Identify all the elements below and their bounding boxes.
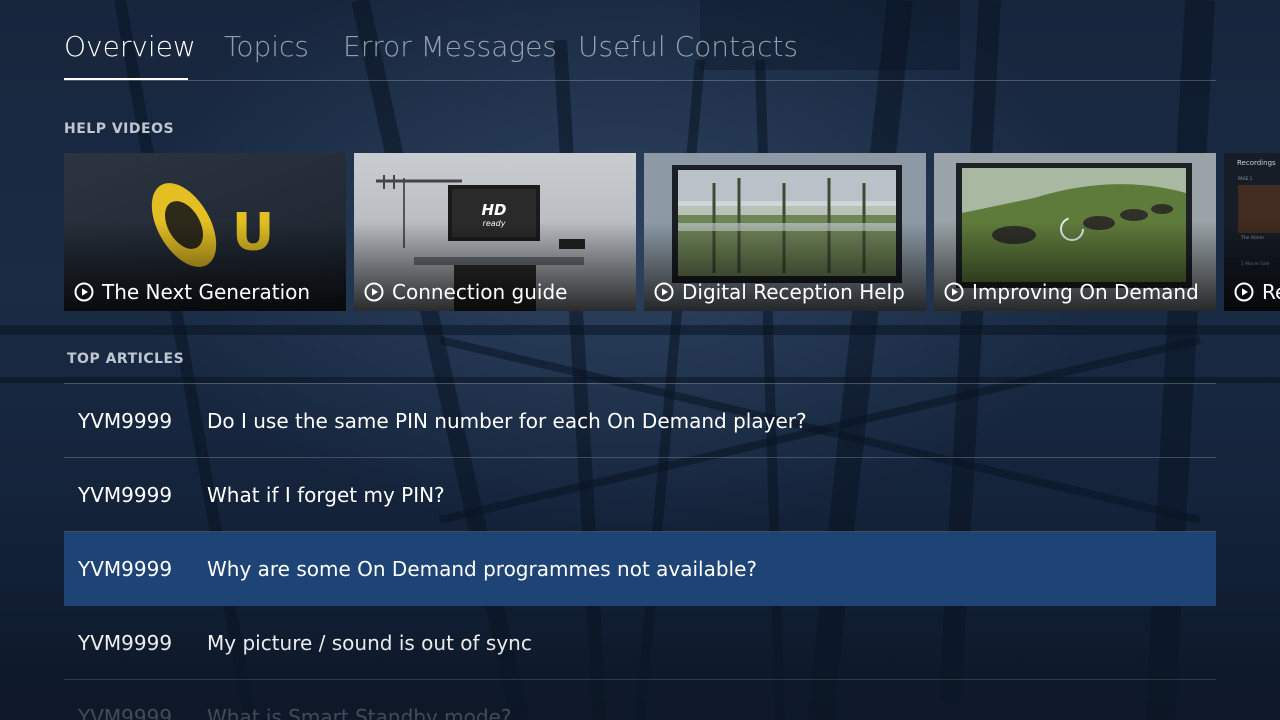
play-circle-icon: [944, 282, 964, 302]
video-title-row: Improving On Demand: [944, 280, 1199, 304]
article-title: What if I forget my PIN?: [207, 482, 445, 507]
active-tab-indicator: [64, 78, 188, 80]
article-title: What is Smart Standby mode?: [207, 704, 512, 720]
video-card-connection-guide[interactable]: HD ready Connection guide: [354, 153, 636, 311]
article-row[interactable]: YVM9999 My picture / sound is out of syn…: [64, 606, 1216, 680]
play-circle-icon: [654, 282, 674, 302]
play-circle-icon: [364, 282, 384, 302]
play-circle-icon: [74, 282, 94, 302]
tab-topics[interactable]: Topics: [224, 30, 309, 63]
play-circle-icon: [1234, 282, 1254, 302]
video-card-recordings[interactable]: Recordings PAGE 1 The Alarm 1 Movie Sale…: [1224, 153, 1280, 311]
article-title: My picture / sound is out of sync: [207, 630, 532, 655]
article-code: YVM9999: [78, 556, 173, 581]
tab-useful-contacts[interactable]: Useful Contacts: [578, 30, 798, 63]
recordings-header-text: Recordings: [1237, 159, 1276, 167]
tab-bar: Overview Topics Error Messages Useful Co…: [64, 28, 1216, 81]
article-code: YVM9999: [78, 630, 173, 655]
article-row[interactable]: YVM9999 What is Smart Standby mode?: [64, 680, 1216, 720]
video-title: Connection guide: [392, 280, 568, 304]
video-title: Improving On Demand: [972, 280, 1199, 304]
recordings-page-text: PAGE 1: [1238, 176, 1253, 181]
hd-logo-text: HD: [481, 201, 506, 219]
top-articles-list: YVM9999 Do I use the same PIN number for…: [64, 383, 1216, 720]
top-articles-heading: TOP ARTICLES: [67, 351, 185, 367]
video-title-row: Re: [1234, 280, 1280, 304]
article-row[interactable]: YVM9999 Do I use the same PIN number for…: [64, 384, 1216, 458]
tab-error-messages[interactable]: Error Messages: [343, 30, 557, 63]
article-title: Do I use the same PIN number for each On…: [207, 408, 807, 433]
article-row-selected[interactable]: YVM9999 Why are some On Demand programme…: [64, 532, 1216, 606]
video-title-row: Digital Reception Help: [654, 280, 905, 304]
video-title: Digital Reception Help: [682, 280, 905, 304]
help-videos-heading: HELP VIDEOS: [64, 121, 175, 137]
video-card-digital-reception-help[interactable]: Digital Reception Help: [644, 153, 926, 311]
video-title-row: The Next Generation: [74, 280, 310, 304]
video-card-next-generation[interactable]: U The Next Generation: [64, 153, 346, 311]
article-title: Why are some On Demand programmes not av…: [207, 556, 758, 581]
tab-overview[interactable]: Overview: [64, 30, 196, 63]
article-code: YVM9999: [78, 482, 173, 507]
article-code: YVM9999: [78, 408, 173, 433]
video-title: Re: [1262, 280, 1280, 304]
article-row[interactable]: YVM9999 What if I forget my PIN?: [64, 458, 1216, 532]
video-title: The Next Generation: [102, 280, 311, 304]
video-card-improving-on-demand[interactable]: Improving On Demand: [934, 153, 1216, 311]
article-code: YVM9999: [78, 704, 173, 720]
video-title-row: Connection guide: [364, 280, 567, 304]
